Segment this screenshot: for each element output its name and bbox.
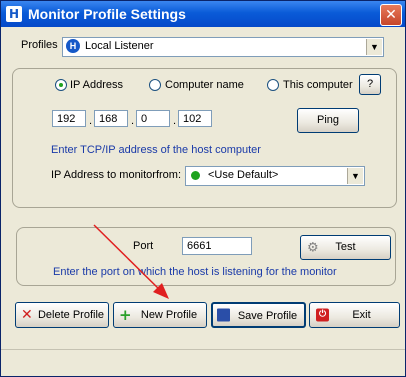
annotation-arrow: [93, 224, 169, 299]
dialog-window: H Monitor Profile Settings ✕ Profiles H …: [0, 0, 406, 377]
